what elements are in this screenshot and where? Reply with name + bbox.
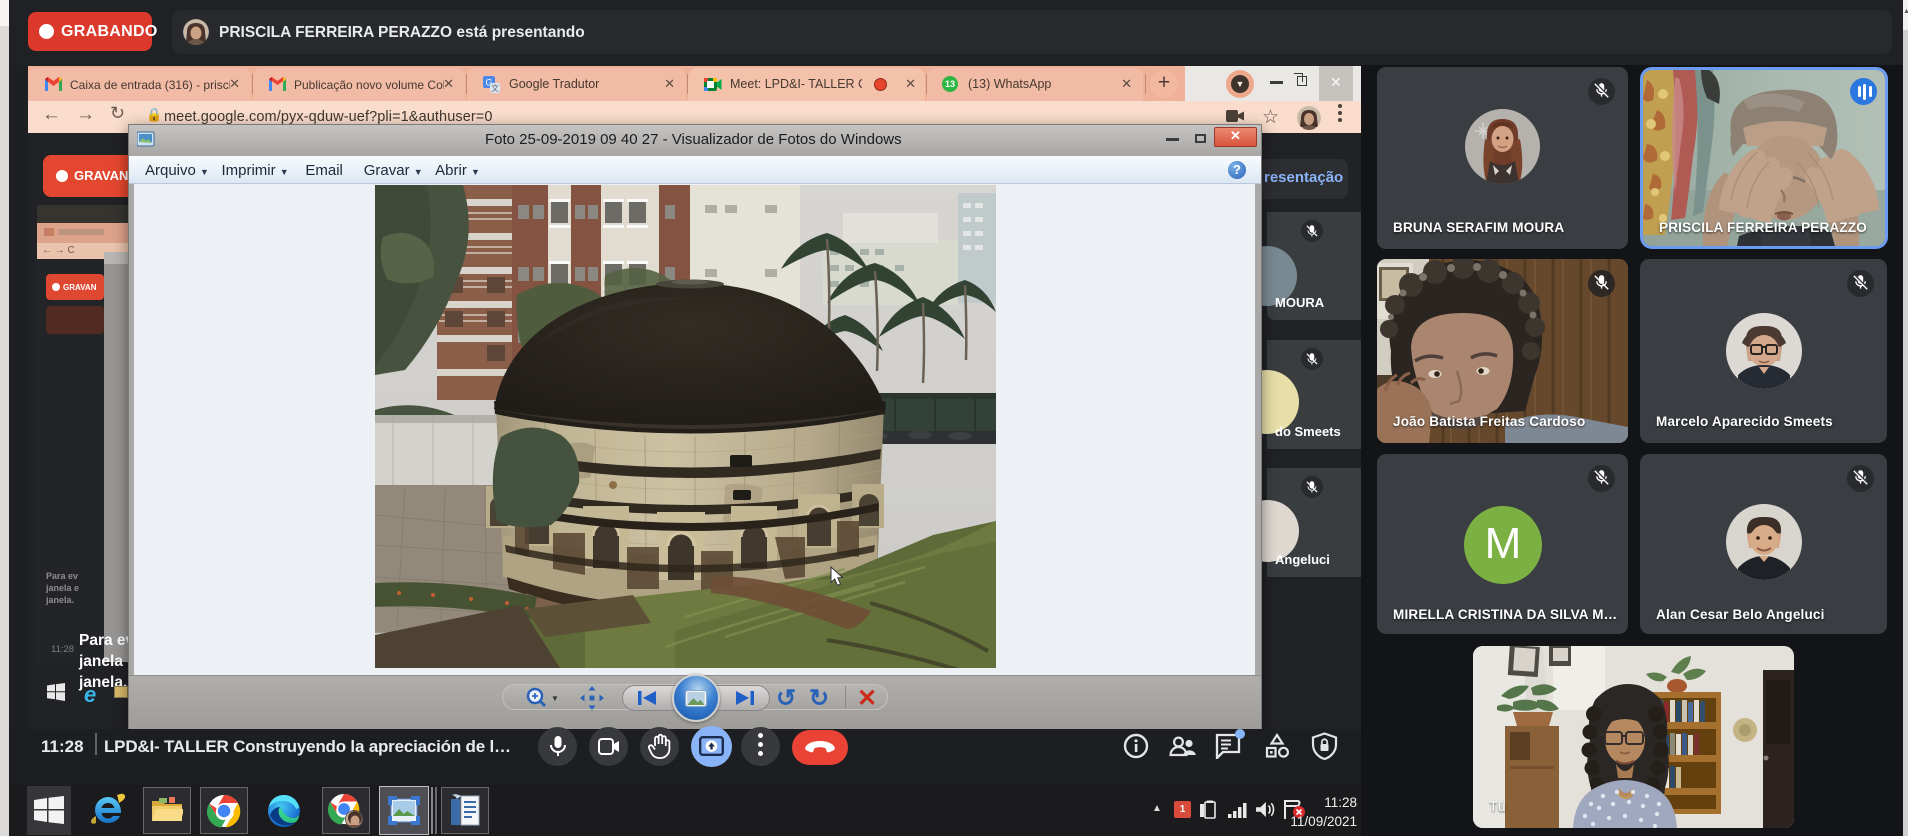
svg-text:文: 文 [491,83,499,93]
